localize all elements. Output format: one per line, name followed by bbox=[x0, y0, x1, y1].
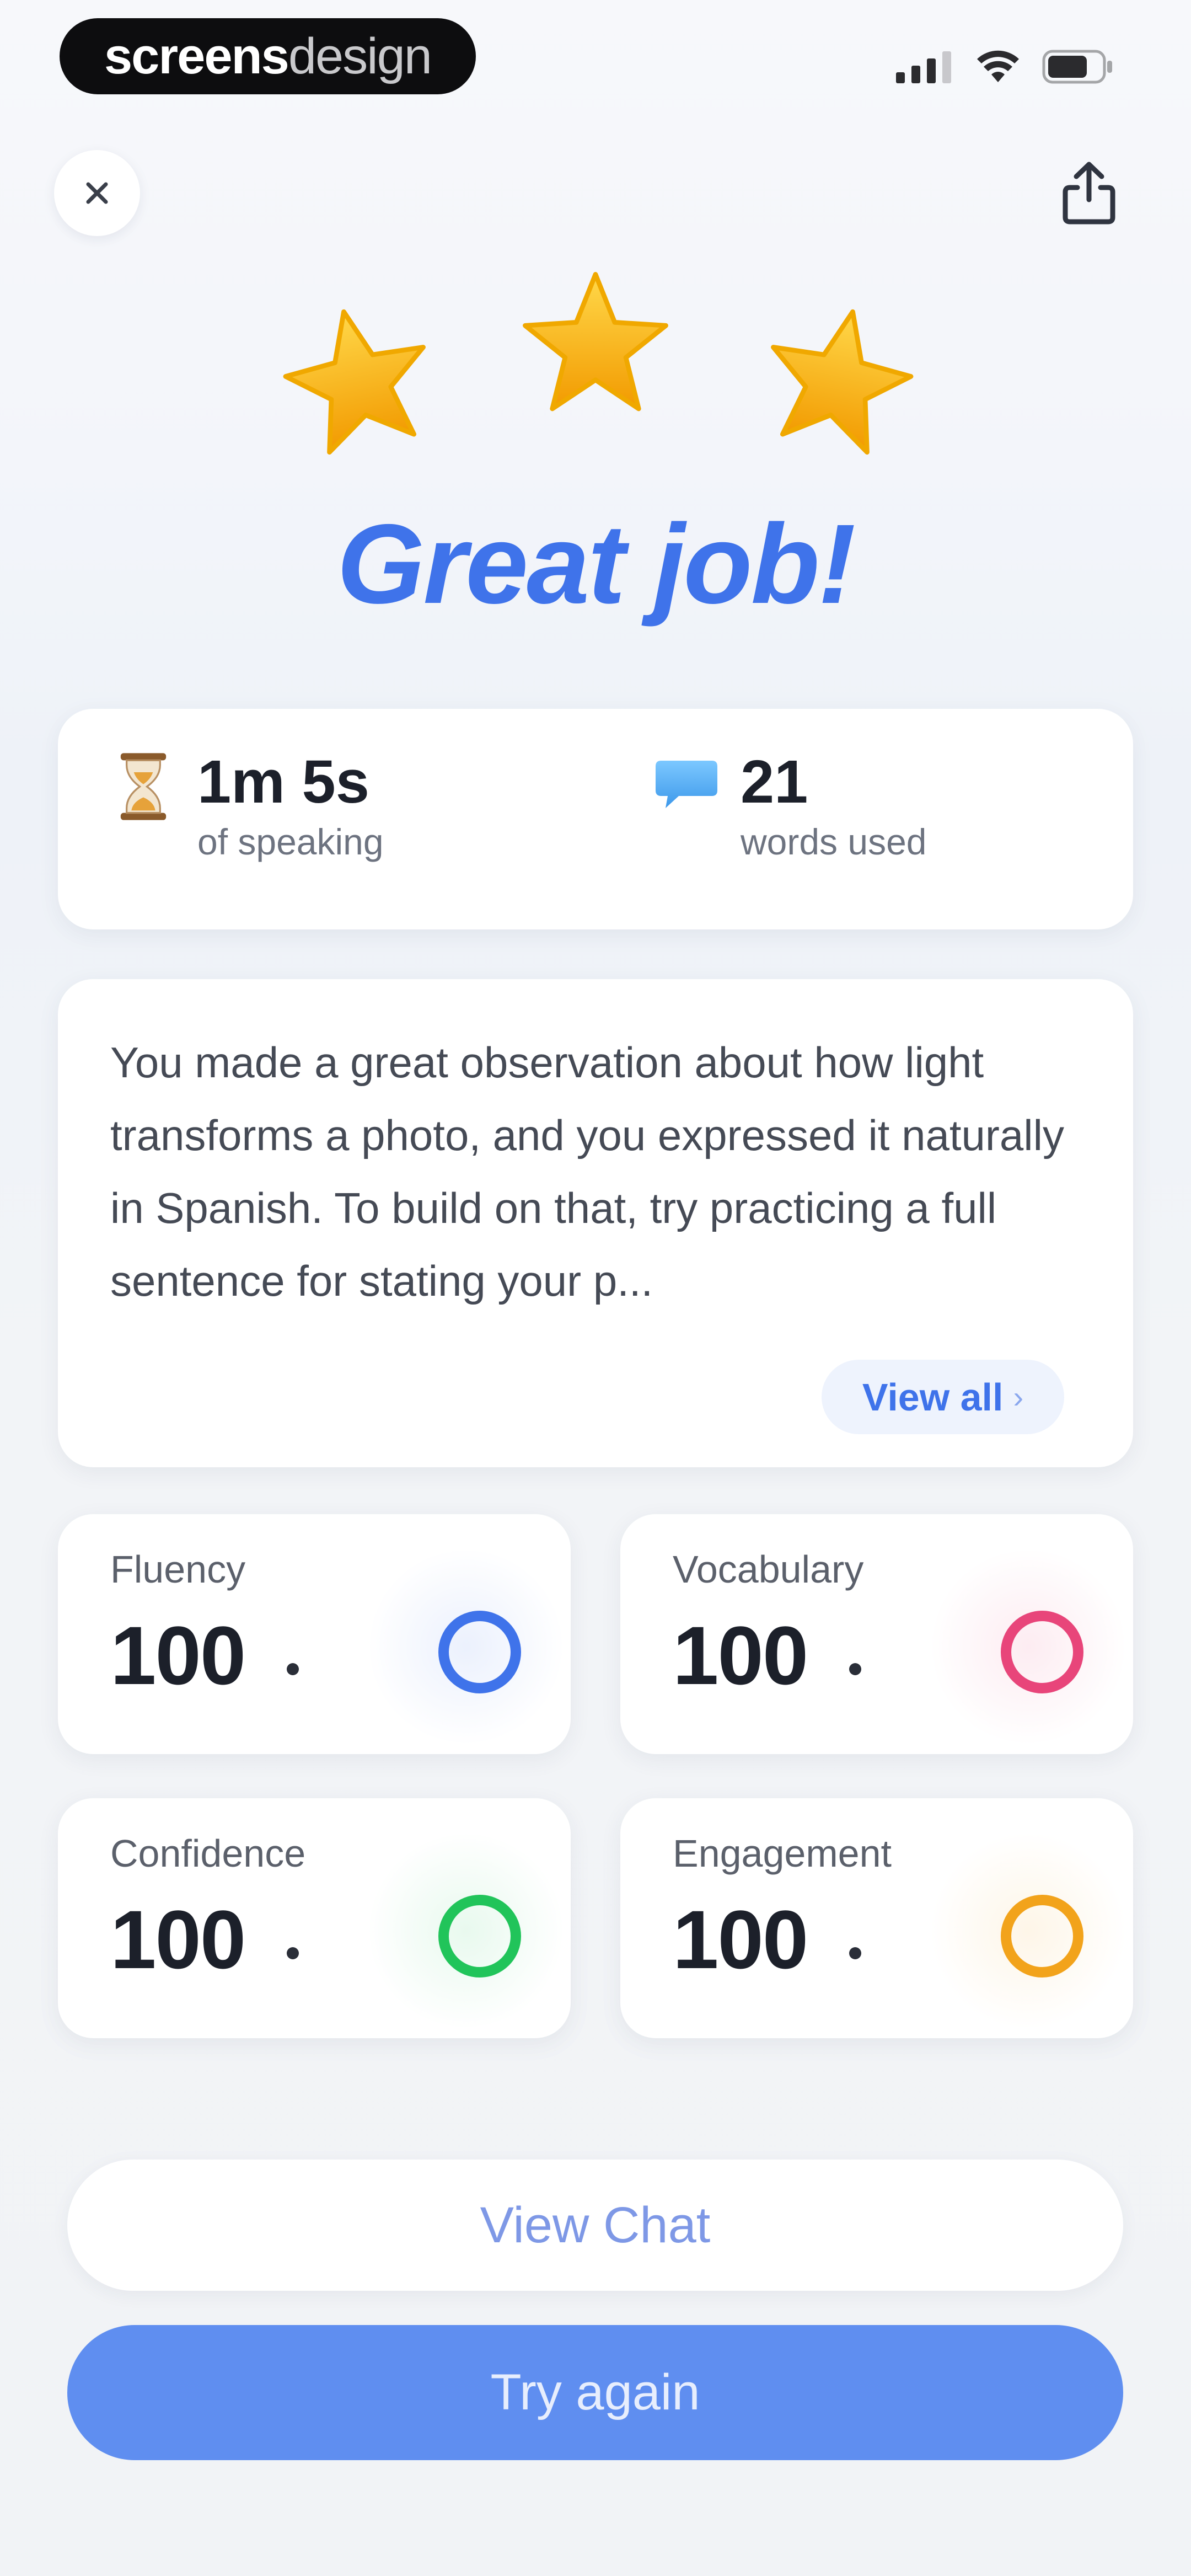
speaking-time-label: of speaking bbox=[197, 821, 384, 862]
brand-light: design bbox=[288, 28, 432, 84]
star-icon bbox=[523, 272, 668, 411]
status-icons bbox=[896, 50, 1114, 84]
brand-bold: screens bbox=[104, 28, 289, 84]
words-used-value: 21 bbox=[741, 748, 808, 816]
cellular-signal-icon bbox=[896, 51, 951, 83]
dot-icon bbox=[287, 1663, 299, 1675]
score-ring-icon bbox=[438, 1611, 521, 1693]
score-card-vocabulary[interactable]: Vocabulary 100 bbox=[620, 1514, 1133, 1754]
share-icon bbox=[1063, 162, 1115, 225]
page-title: Great job! bbox=[336, 501, 856, 627]
status-bar: screensdesign bbox=[0, 0, 1191, 116]
score-ring-icon bbox=[1001, 1611, 1083, 1693]
score-label: Fluency bbox=[110, 1548, 246, 1591]
score-label: Confidence bbox=[110, 1832, 306, 1875]
feedback-text: You made a great observation about how l… bbox=[110, 1038, 1064, 1305]
dot-icon bbox=[849, 1663, 861, 1675]
score-value: 100 bbox=[110, 1609, 246, 1702]
score-label: Vocabulary bbox=[673, 1548, 864, 1591]
score-ring-icon bbox=[438, 1895, 521, 1978]
brand-watermark: screensdesign bbox=[60, 18, 476, 94]
score-ring-icon bbox=[1001, 1895, 1083, 1978]
star-icon bbox=[771, 309, 914, 455]
star-icon bbox=[283, 309, 426, 455]
view-all-label: View all bbox=[862, 1375, 1004, 1419]
score-card-fluency[interactable]: Fluency 100 bbox=[58, 1514, 571, 1754]
score-value: 100 bbox=[110, 1893, 246, 1986]
dot-icon bbox=[287, 1947, 299, 1959]
speaking-time-value: 1m 5s bbox=[197, 748, 369, 816]
view-all-button[interactable]: View all › bbox=[822, 1360, 1064, 1434]
score-card-engagement[interactable]: Engagement 100 bbox=[620, 1798, 1133, 2038]
dot-icon bbox=[849, 1947, 861, 1959]
hourglass-icon bbox=[120, 753, 167, 820]
battery-icon bbox=[1042, 50, 1112, 84]
score-value: 100 bbox=[673, 1893, 808, 1986]
score-value: 100 bbox=[673, 1609, 808, 1702]
chevron-right-icon: › bbox=[1013, 1380, 1024, 1414]
close-button[interactable] bbox=[54, 150, 140, 236]
score-label: Engagement bbox=[673, 1832, 892, 1875]
words-used-stat: 21 words used bbox=[653, 747, 927, 863]
stats-card: 1m 5s of speaking 21 words used bbox=[58, 709, 1133, 929]
star-rating bbox=[0, 259, 1191, 469]
speaking-time-stat: 1m 5s of speaking bbox=[110, 747, 384, 863]
view-chat-button[interactable]: View Chat bbox=[67, 2160, 1123, 2291]
words-used-label: words used bbox=[741, 821, 927, 862]
share-button[interactable] bbox=[1048, 152, 1130, 234]
wifi-icon bbox=[977, 50, 1019, 82]
close-icon bbox=[86, 182, 108, 204]
score-card-confidence[interactable]: Confidence 100 bbox=[58, 1798, 571, 2038]
try-again-button[interactable]: Try again bbox=[67, 2325, 1123, 2460]
speech-bubble-icon bbox=[656, 761, 717, 808]
feedback-card: You made a great observation about how l… bbox=[58, 979, 1133, 1467]
